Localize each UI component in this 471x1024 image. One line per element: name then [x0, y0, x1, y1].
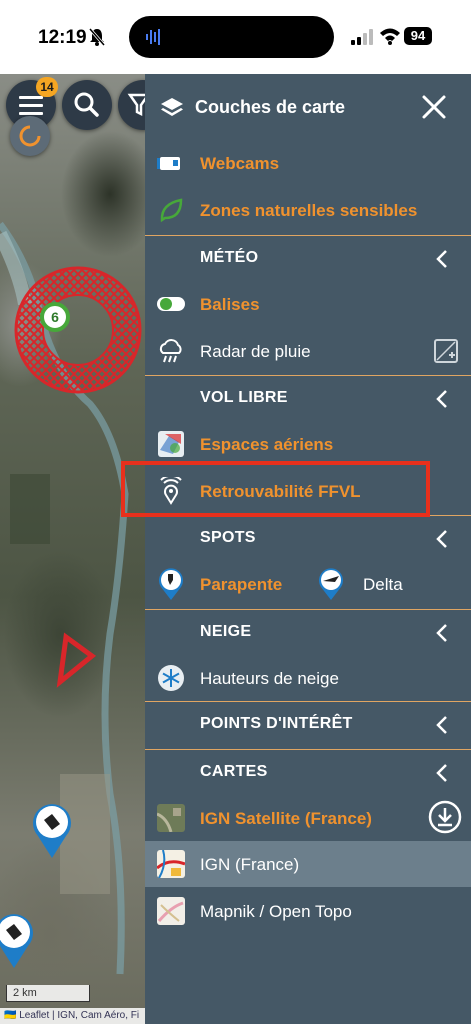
- scale-bar: 2 km: [6, 985, 90, 1002]
- chevron-left-icon: [436, 624, 447, 642]
- layer-label: Parapente: [200, 575, 283, 594]
- layer-parapente[interactable]: Parapente: [145, 561, 305, 607]
- section-vol-libre[interactable]: VOL LIBRE: [145, 375, 471, 421]
- layer-radar-pluie[interactable]: Radar de pluie: [145, 328, 471, 374]
- audio-wave-icon: [146, 29, 160, 45]
- section-spots[interactable]: SPOTS: [145, 515, 471, 561]
- search-icon: [74, 92, 99, 117]
- wifi-icon: [380, 28, 400, 45]
- search-button[interactable]: [62, 80, 112, 130]
- clock: 12:19: [38, 27, 87, 48]
- settings-plus-icon[interactable]: [434, 339, 458, 363]
- layer-label: Webcams: [200, 154, 280, 173]
- section-cartes[interactable]: CARTES: [145, 749, 471, 795]
- highlight-annotation: [121, 461, 430, 517]
- layer-label: Hauteurs de neige: [200, 669, 339, 688]
- layer-label: IGN (France): [200, 855, 300, 874]
- zone-triangle-marker: [56, 632, 97, 688]
- section-title: NEIGE: [200, 623, 252, 640]
- filter-button[interactable]: [118, 80, 145, 130]
- paraglider-spot-marker-2[interactable]: [0, 910, 36, 970]
- layer-label: Radar de pluie: [200, 342, 311, 361]
- layer-zones-naturelles[interactable]: Zones naturelles sensibles: [145, 187, 471, 233]
- layer-webcams[interactable]: Webcams: [145, 140, 471, 186]
- section-title: SPOTS: [200, 529, 256, 546]
- paraglider-spot-marker[interactable]: [30, 800, 74, 860]
- layer-label: Delta: [363, 575, 403, 594]
- notification-badge: 14: [36, 77, 58, 97]
- layer-ign-france[interactable]: IGN (France): [145, 841, 471, 887]
- section-title: POINTS D'INTÉRÊT: [200, 715, 353, 732]
- layer-label: IGN Satellite (France): [200, 809, 372, 828]
- chevron-left-icon: [436, 764, 447, 782]
- chevron-left-icon: [436, 390, 447, 408]
- chevron-left-icon: [436, 716, 447, 734]
- layer-label: Mapnik / Open Topo: [200, 902, 352, 921]
- chevron-left-icon: [436, 530, 447, 548]
- locate-button[interactable]: [10, 116, 50, 156]
- layer-label: Balises: [200, 295, 260, 314]
- map-view[interactable]: 14 6 2 km 🇺🇦 Leaflet | IGN, Cam Aéro, Fi: [0, 74, 145, 1024]
- map-attribution[interactable]: 🇺🇦 Leaflet | IGN, Cam Aéro, Fi: [0, 1008, 145, 1024]
- layer-mapnik-open-topo[interactable]: Mapnik / Open Topo: [145, 888, 471, 934]
- ign-map-thumb-icon: [157, 850, 185, 878]
- layer-hauteurs-neige[interactable]: Hauteurs de neige: [145, 655, 471, 701]
- section-title: VOL LIBRE: [200, 389, 288, 406]
- airspace-icon: [158, 431, 184, 457]
- layer-ign-satellite[interactable]: IGN Satellite (France): [145, 795, 471, 841]
- cellular-signal-icon: [351, 29, 373, 45]
- section-meteo[interactable]: MÉTÉO: [145, 235, 471, 281]
- rain-cloud-icon: [159, 339, 182, 363]
- section-title: MÉTÉO: [200, 249, 259, 266]
- leaf-icon: [160, 198, 183, 223]
- beacon-toggle-icon: [157, 297, 185, 311]
- panel-title: Couches de carte: [195, 97, 346, 117]
- dynamic-island: [129, 16, 334, 58]
- hangglider-pin-icon: [319, 568, 343, 600]
- layer-label: Zones naturelles sensibles: [200, 201, 418, 220]
- paraglider-pin-icon: [159, 568, 183, 600]
- webcam-icon: [157, 157, 180, 170]
- layer-label: Espaces aériens: [200, 435, 334, 454]
- download-icon[interactable]: [427, 799, 463, 835]
- loading-spinner-icon: [19, 125, 41, 147]
- beacon-cluster[interactable]: 6: [40, 302, 70, 332]
- map-layers-panel: Couches de carte Webcams Zones naturelle…: [145, 74, 471, 1024]
- layer-balises[interactable]: Balises: [145, 281, 471, 327]
- silent-bell-icon: [88, 28, 106, 46]
- close-icon[interactable]: [421, 94, 447, 120]
- topo-map-thumb-icon: [157, 897, 185, 925]
- panel-header: Couches de carte: [145, 74, 471, 140]
- battery-indicator: 94: [404, 27, 432, 45]
- layers-icon: [161, 98, 183, 116]
- section-points-interet[interactable]: POINTS D'INTÉRÊT: [145, 701, 471, 747]
- section-title: CARTES: [200, 763, 268, 780]
- section-neige[interactable]: NEIGE: [145, 609, 471, 655]
- satellite-thumb-icon: [157, 804, 185, 832]
- snowflake-icon: [158, 665, 184, 691]
- restricted-zone-circle: [14, 266, 142, 394]
- chevron-left-icon: [436, 250, 447, 268]
- map-terrain: [0, 221, 129, 975]
- layer-delta[interactable]: Delta: [305, 561, 471, 607]
- filter-icon: [127, 93, 145, 117]
- status-bar: 12:19 94: [0, 0, 471, 74]
